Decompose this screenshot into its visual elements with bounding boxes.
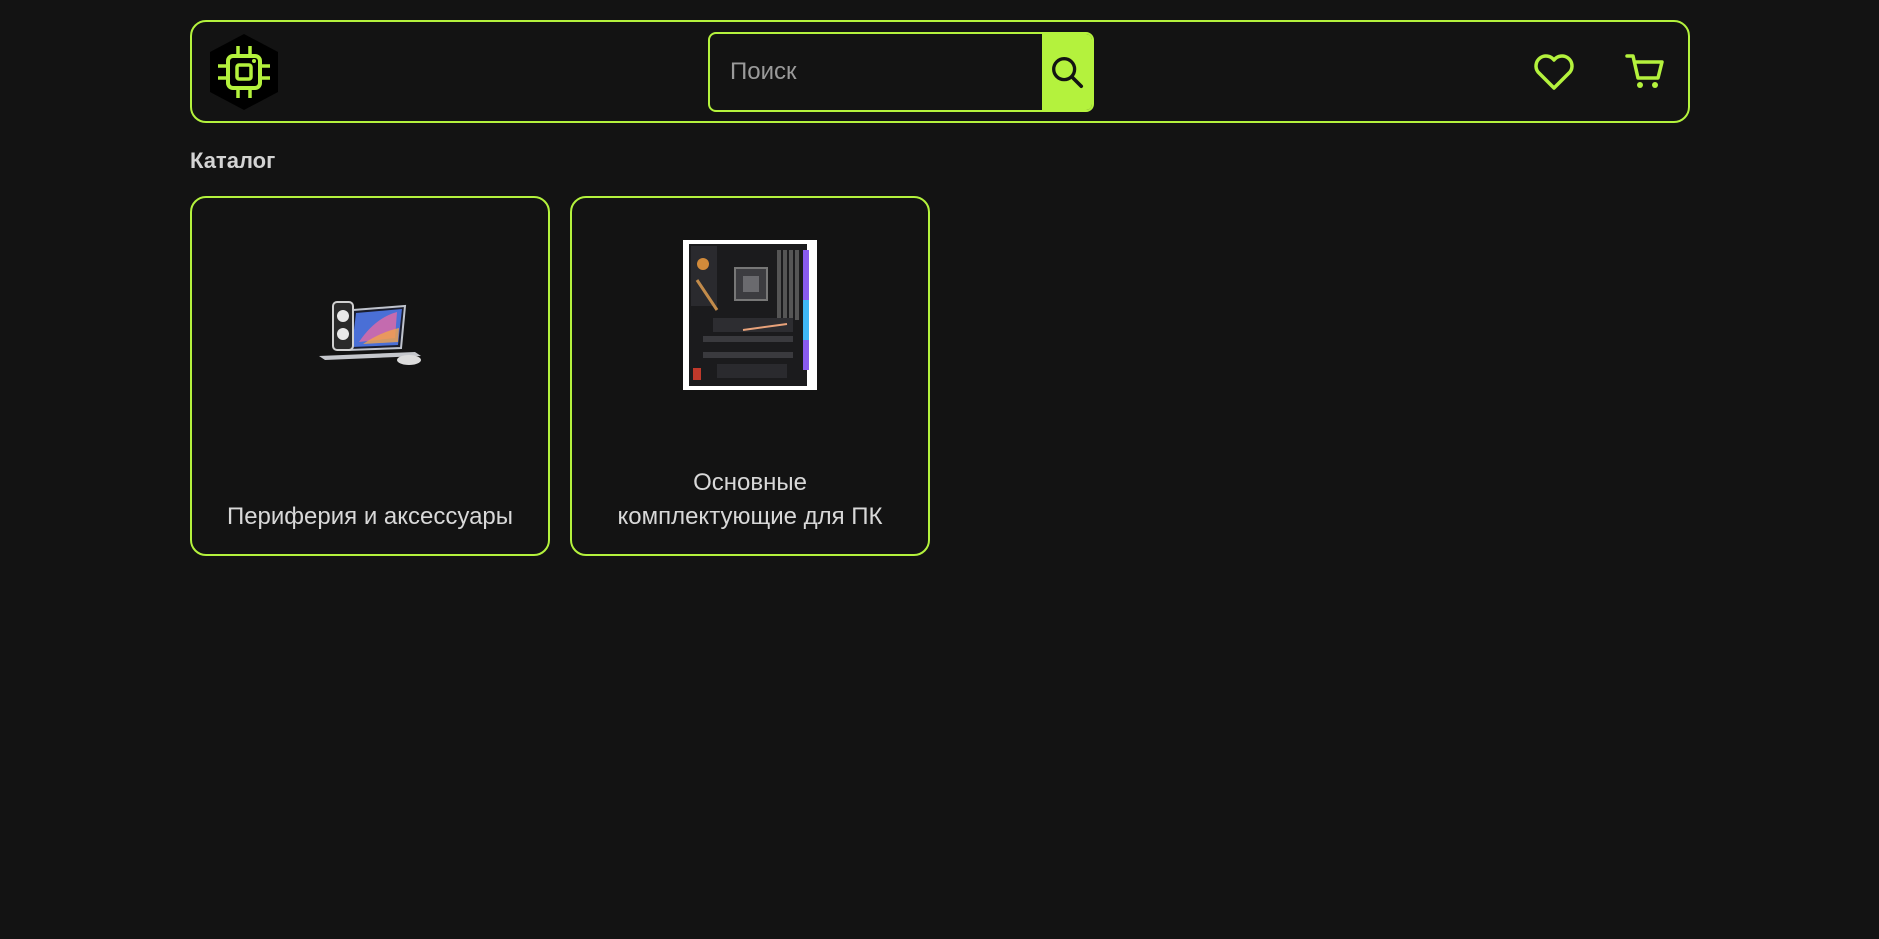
search-bar [708,32,1094,112]
favorites-button[interactable] [1532,50,1576,94]
category-label: Периферия и аксессуары [226,503,514,530]
site-header [190,20,1690,123]
search-button[interactable] [1042,34,1092,110]
cart-button[interactable] [1624,50,1666,92]
category-card-pc-components[interactable]: Основные комплектующие для ПК [570,196,930,556]
category-card-peripherals[interactable]: Периферия и аксессуары [190,196,550,556]
motherboard-image [683,240,817,390]
category-label: Основные комплектующие для ПК [617,469,883,530]
chip-logo-icon[interactable] [204,32,284,112]
cart-icon [1625,54,1664,88]
peripherals-image [315,298,425,368]
search-icon [1052,57,1084,89]
search-input[interactable] [710,34,1044,110]
catalog-title: Каталог [190,148,276,173]
heart-icon [1534,54,1574,90]
